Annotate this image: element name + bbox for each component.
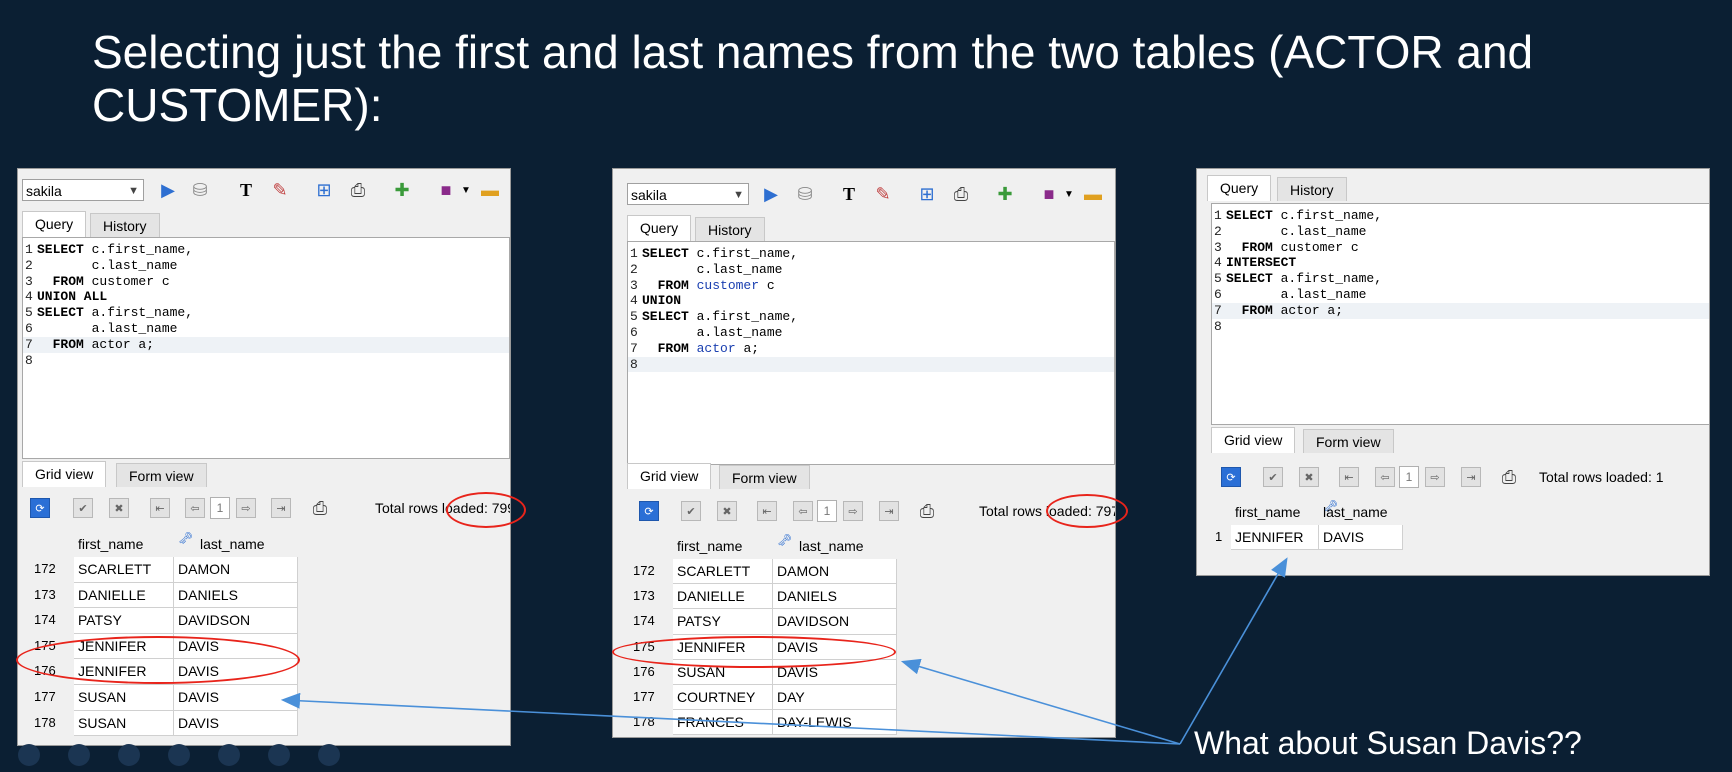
decorative-dot: [168, 744, 190, 766]
decorative-dot: [18, 744, 40, 766]
decorative-dot: [68, 744, 90, 766]
callout-arrows: [280, 557, 1288, 745]
callout-caption: What about Susan Davis??: [1194, 725, 1582, 761]
arrow-to-susan-davis-union-all: [280, 692, 1181, 745]
decorative-dot: [318, 744, 340, 766]
decorative-dot: [218, 744, 240, 766]
arrow-to-intersect-result: [1179, 557, 1288, 745]
decorative-dot: [118, 744, 140, 766]
decorative-dot: [268, 744, 290, 766]
